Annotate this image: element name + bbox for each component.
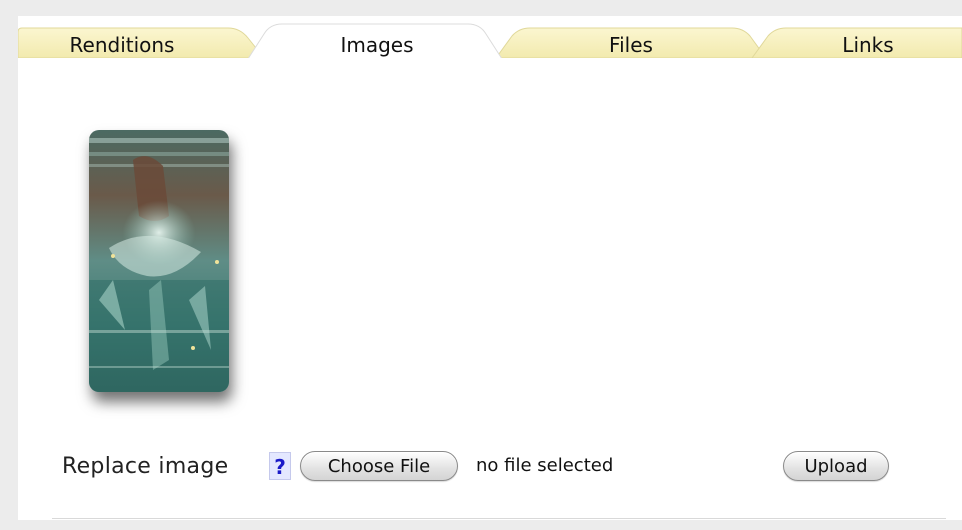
tab-images[interactable]: Images bbox=[304, 32, 450, 58]
divider bbox=[52, 518, 946, 519]
upload-button[interactable]: Upload bbox=[783, 451, 889, 481]
choose-file-button[interactable]: Choose File bbox=[300, 451, 458, 481]
tab-files[interactable]: Files bbox=[566, 32, 696, 58]
file-status-text: no file selected bbox=[476, 455, 614, 476]
image-thumbnail-picture bbox=[89, 130, 229, 392]
tab-bar: Renditions Images Files Links bbox=[18, 16, 962, 60]
tab-renditions[interactable]: Renditions bbox=[42, 32, 202, 58]
image-thumbnail[interactable] bbox=[89, 130, 229, 392]
replace-image-row: Replace image ? Choose File no file sele… bbox=[62, 451, 942, 484]
replace-image-label: Replace image bbox=[62, 454, 229, 479]
help-icon[interactable]: ? bbox=[269, 452, 291, 480]
tab-links[interactable]: Links bbox=[808, 32, 928, 58]
content-panel: Renditions Images Files Links Replace im… bbox=[18, 16, 962, 520]
